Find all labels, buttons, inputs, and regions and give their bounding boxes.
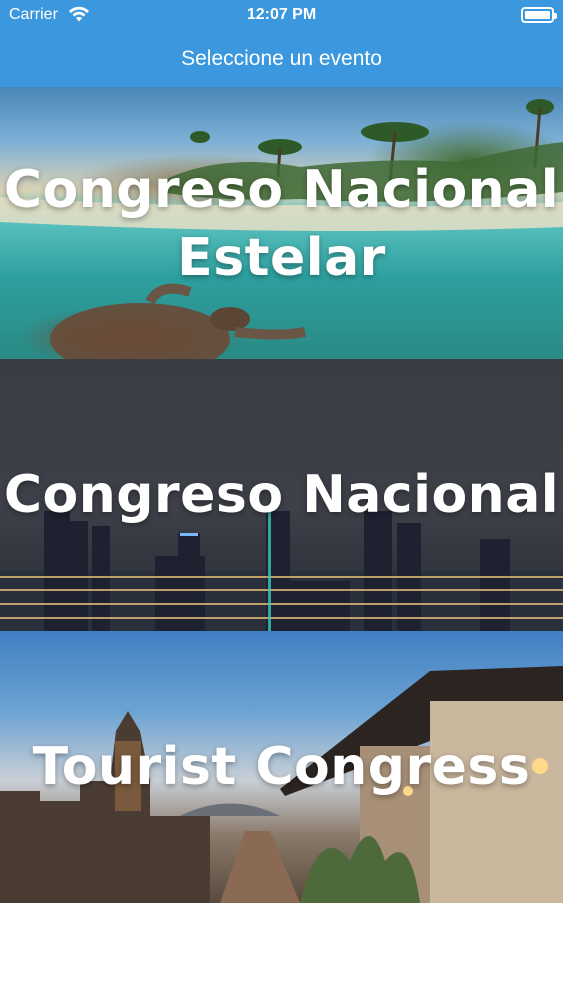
event-card-tourist-congress[interactable]: Tourist Congress	[0, 631, 563, 903]
battery-icon	[521, 7, 557, 23]
event-title-line1: Congreso Nacional	[3, 160, 560, 220]
event-title-line2: Estelar	[177, 228, 386, 288]
navigation-bar: Seleccione un evento	[0, 30, 563, 87]
nav-title: Seleccione un evento	[181, 46, 382, 70]
status-time: 12:07 PM	[246, 6, 317, 23]
event-image-beach	[0, 87, 563, 359]
event-card-congreso-nacional[interactable]: Congreso Nacional	[0, 359, 563, 631]
event-title: Congreso Nacional	[3, 465, 560, 525]
event-card-congreso-nacional-estelar[interactable]: Congreso Nacional Estelar	[0, 87, 563, 359]
event-list: Congreso Nacional Estelar Congreso Nacio…	[0, 87, 563, 903]
event-title: Tourist Congress	[32, 737, 531, 797]
status-bar: Carrier 12:07 PM	[0, 0, 563, 30]
